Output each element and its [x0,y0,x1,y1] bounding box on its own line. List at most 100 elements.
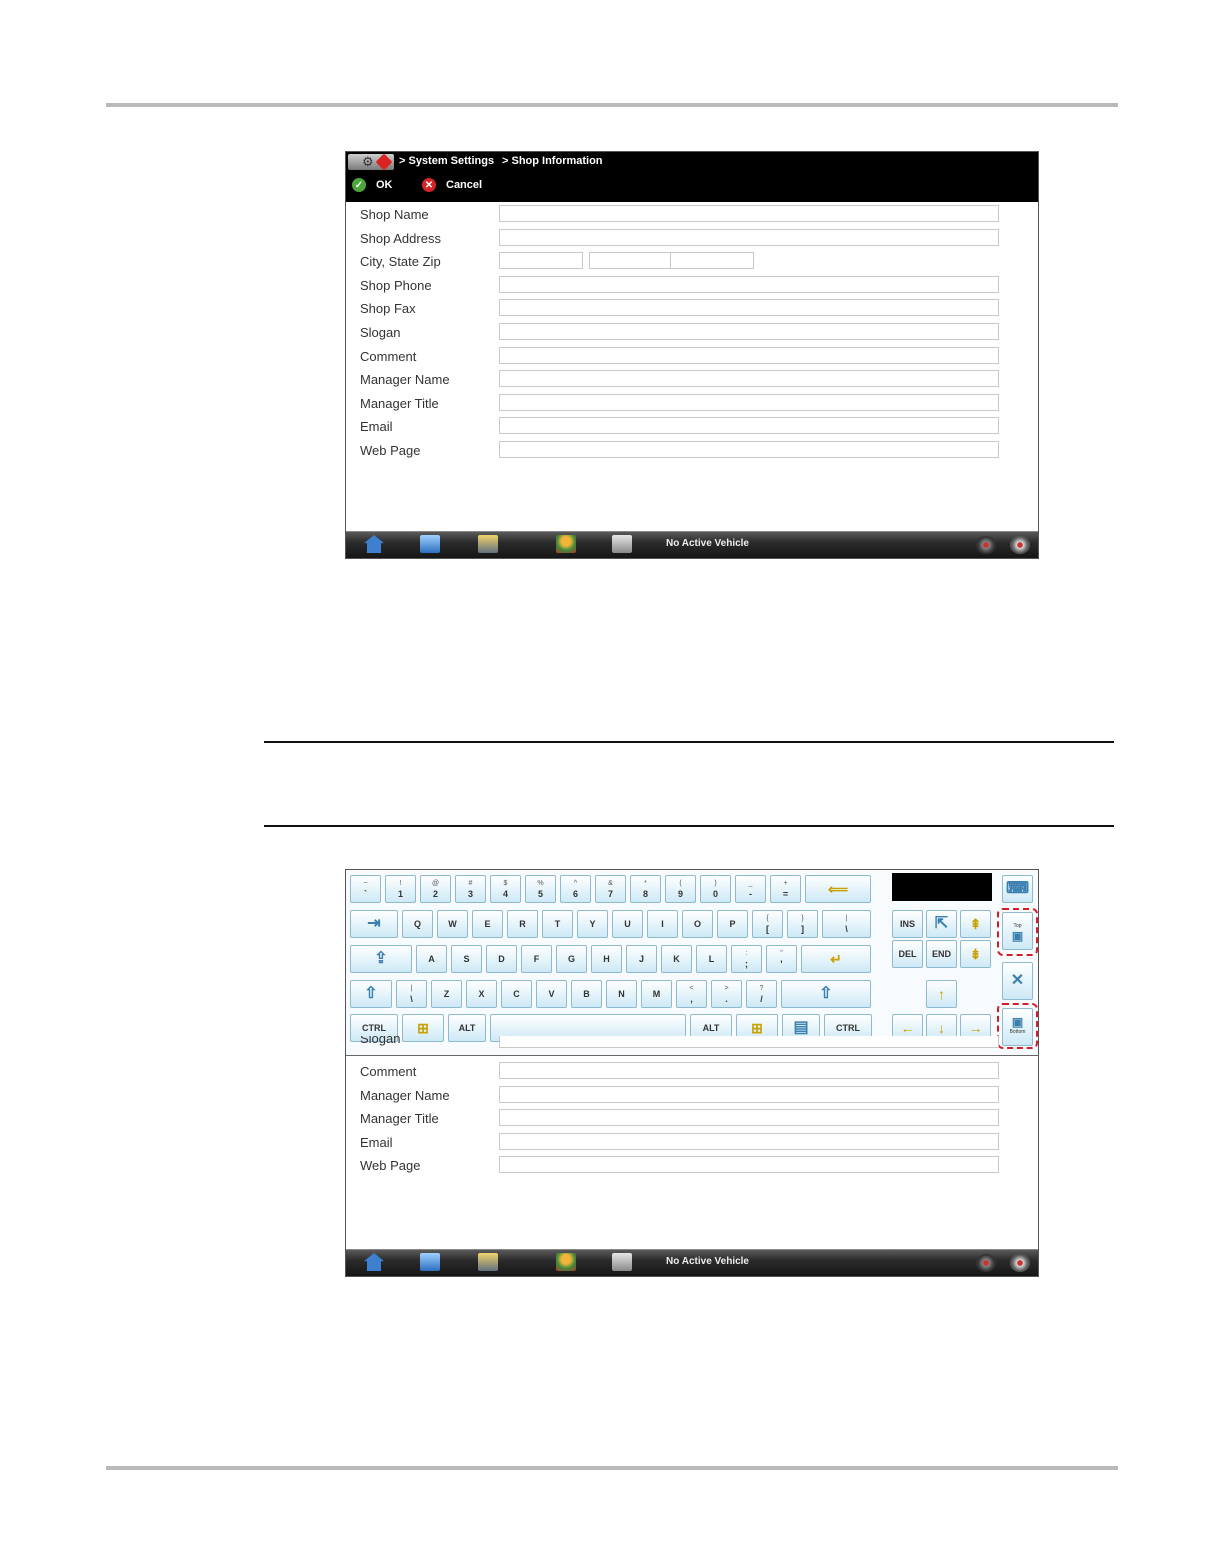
key[interactable]: N [606,980,637,1008]
key[interactable]: Z [431,980,462,1008]
connection-icon[interactable] [1010,1254,1030,1272]
text-input[interactable] [499,1132,999,1150]
vehicle-id-icon[interactable] [556,1253,576,1271]
key[interactable]: U [612,910,643,938]
caps-lock-key[interactable]: ⇪ [350,945,412,973]
key[interactable]: D [486,945,517,973]
key[interactable]: #3 [455,875,486,903]
tab-key[interactable]: ⇥ [350,910,398,938]
key[interactable]: _ - [735,875,766,903]
text-input[interactable] [499,1156,999,1174]
key[interactable]: F [521,945,552,973]
key[interactable]: (9 [665,875,696,903]
key[interactable]: }] [787,910,818,938]
key[interactable]: |\ [822,910,871,938]
key[interactable]: Y [577,910,608,938]
key[interactable]: :; [731,945,762,973]
key[interactable]: P [717,910,748,938]
key[interactable]: <, [676,980,707,1008]
home-icon[interactable] [364,1253,384,1271]
key[interactable]: ^ 6 [560,875,591,903]
breadcrumb-system-settings[interactable]: > System Settings [399,155,494,167]
key[interactable]: ? / [746,980,777,1008]
backspace-key[interactable]: ⟸ [805,875,871,903]
key[interactable]: M [641,980,672,1008]
key[interactable]: & 7 [595,875,626,903]
key[interactable]: Q [402,910,433,938]
text-input[interactable] [499,417,999,435]
key[interactable]: $4 [490,875,521,903]
shift-key-right[interactable]: ⇧ [781,980,871,1008]
key[interactable]: E [472,910,503,938]
key[interactable]: S [451,945,482,973]
system-settings-icon[interactable]: ⚙ [348,153,394,171]
key[interactable]: ! 1 [385,875,416,903]
text-input[interactable] [499,323,999,340]
key[interactable]: V [536,980,567,1008]
text-input[interactable] [499,441,999,458]
vehicle-id-icon[interactable] [556,535,576,553]
key[interactable]: I [647,910,678,938]
tools-icon[interactable] [478,1253,498,1271]
key[interactable]: W [437,910,468,938]
page-up-key[interactable]: ⇞ [960,910,991,938]
key[interactable]: O [682,910,713,938]
text-input[interactable] [499,393,999,411]
text-input[interactable] [499,1085,999,1103]
text-input[interactable] [499,275,999,293]
text-input[interactable] [499,1062,999,1079]
text-input[interactable] [499,228,999,246]
key[interactable]: G [556,945,587,973]
enter-key[interactable]: ↵ [801,945,871,973]
key[interactable]: " ' [766,945,797,973]
data-manager-icon[interactable] [420,535,440,553]
shift-key[interactable]: ⇧ [350,980,392,1008]
text-input[interactable] [499,299,999,317]
key[interactable]: A [416,945,447,973]
key[interactable]: H [591,945,622,973]
page-down-key[interactable]: ⇟ [960,940,991,968]
tools-icon[interactable] [478,535,498,553]
key[interactable]: ) 0 [700,875,731,903]
key[interactable]: X [466,980,497,1008]
key[interactable]: T [542,910,573,938]
close-keyboard-button[interactable]: ✕ [1002,962,1033,1000]
up-arrow-key[interactable]: ↑ [926,980,957,1008]
key[interactable]: + = [770,875,801,903]
cancel-button[interactable]: ✕ Cancel [422,176,482,194]
del-key[interactable]: DEL [892,940,923,968]
connection-icon[interactable] [1010,536,1030,554]
print-icon[interactable] [612,1253,632,1271]
end-key[interactable]: END [926,940,957,968]
state-input[interactable] [589,252,673,270]
key[interactable]: K [661,945,692,973]
text-input[interactable] [499,1036,999,1048]
ins-key[interactable]: INS [892,910,923,938]
wireless-icon[interactable] [976,536,996,554]
zip-input[interactable] [670,252,754,270]
key[interactable]: |\ [396,980,427,1008]
ok-button[interactable]: ✓ OK [352,176,393,194]
text-input[interactable] [499,1109,999,1127]
key[interactable]: * 8 [630,875,661,903]
key[interactable]: % 5 [525,875,556,903]
text-input[interactable] [499,346,999,364]
key[interactable]: J [626,945,657,973]
home-key[interactable]: ⇱ [926,910,957,938]
wireless-icon[interactable] [976,1254,996,1272]
key[interactable]: >. [711,980,742,1008]
key[interactable]: B [571,980,602,1008]
data-manager-icon[interactable] [420,1253,440,1271]
key[interactable]: ~ ` [350,875,381,903]
key[interactable]: L [696,945,727,973]
print-icon[interactable] [612,535,632,553]
text-input[interactable] [499,205,999,222]
city-input[interactable] [499,252,583,270]
key[interactable]: R [507,910,538,938]
key[interactable]: C [501,980,532,1008]
key[interactable]: {[ [752,910,783,938]
text-input[interactable] [499,370,999,388]
home-icon[interactable] [364,535,384,553]
keyboard-toggle-button[interactable]: ⌨ [1002,875,1033,903]
key[interactable]: @2 [420,875,451,903]
